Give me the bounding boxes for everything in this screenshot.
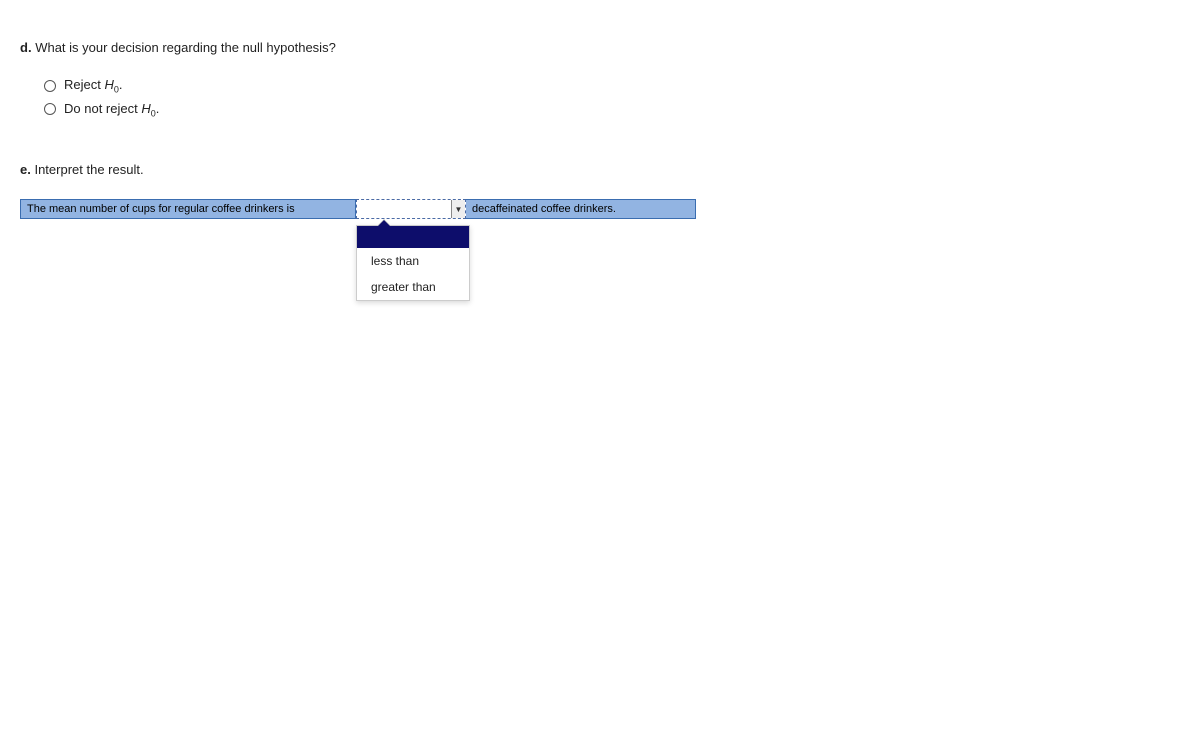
dropdown-value [357,200,451,218]
question-e-label: e. [20,162,31,177]
radio-icon [44,80,56,92]
question-d-options: Reject H0. Do not reject H0. [44,77,1180,118]
question-d-text: What is your decision regarding the null… [35,40,336,55]
option-label: Reject H0. [64,77,123,95]
option-do-not-reject[interactable]: Do not reject H0. [44,101,1180,119]
question-d: d. What is your decision regarding the n… [20,40,1180,118]
dropdown-menu: less than greater than [356,225,470,301]
dropdown-field[interactable]: ▼ [356,199,466,219]
chevron-down-icon[interactable]: ▼ [451,200,465,218]
dropdown-option-greater-than[interactable]: greater than [357,274,469,300]
comparison-dropdown[interactable]: ▼ less than greater than [356,199,466,219]
sentence-right: decaffeinated coffee drinkers. [466,199,696,219]
option-label: Do not reject H0. [64,101,159,119]
option-reject[interactable]: Reject H0. [44,77,1180,95]
question-e-text: Interpret the result. [34,162,143,177]
dropdown-option-blank[interactable] [357,226,469,248]
question-d-label: d. [20,40,32,55]
radio-icon [44,103,56,115]
question-e: e. Interpret the result. The mean number… [20,162,1180,219]
interpret-sentence: The mean number of cups for regular coff… [20,199,1180,219]
dropdown-option-less-than[interactable]: less than [357,248,469,274]
sentence-left: The mean number of cups for regular coff… [20,199,356,219]
